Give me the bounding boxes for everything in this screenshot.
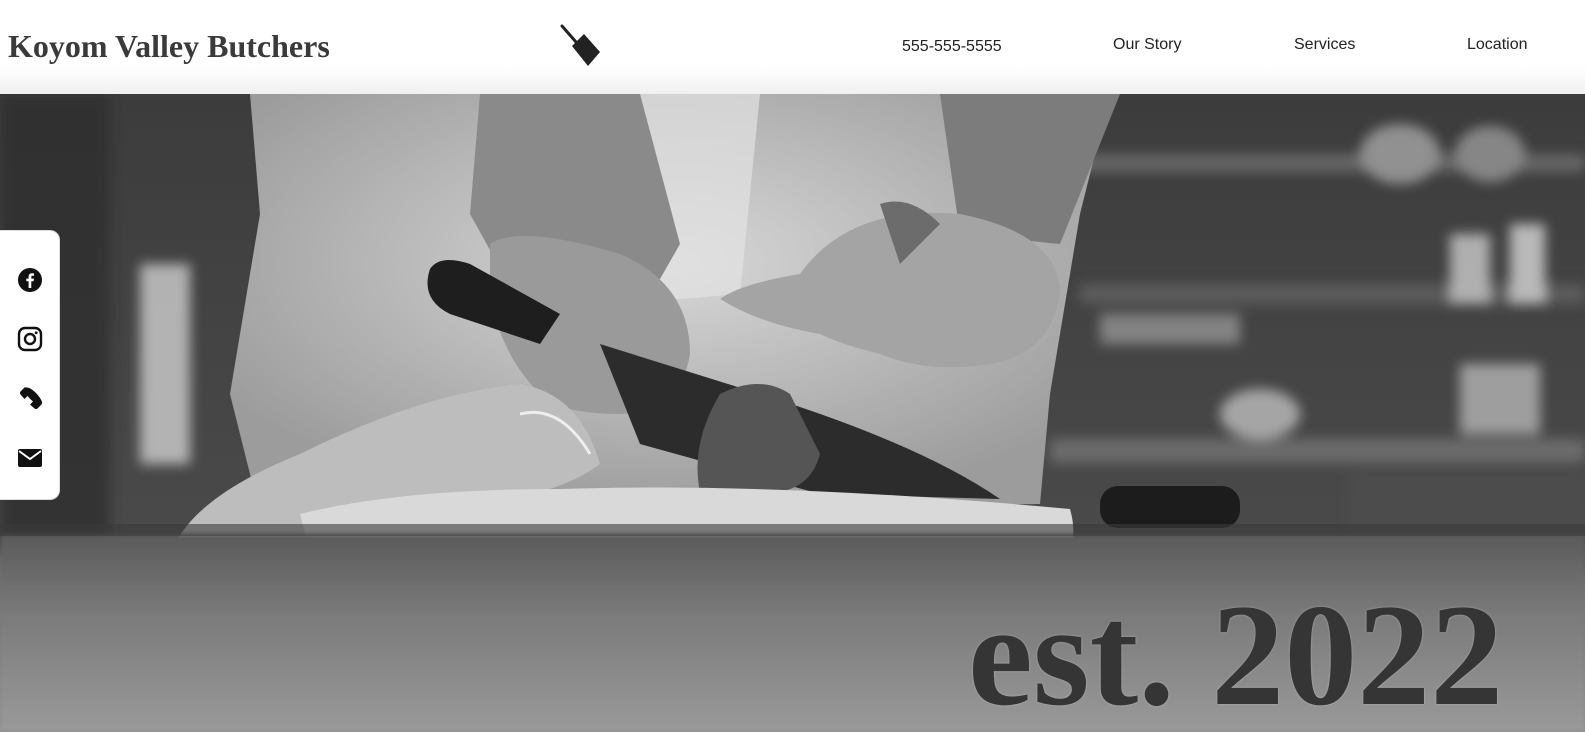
brand-name[interactable]: Koyom Valley Butchers	[8, 28, 330, 65]
site-header: Koyom Valley Butchers 555-555-5555 Our S…	[0, 0, 1585, 94]
instagram-icon[interactable]	[17, 326, 43, 352]
nav-phone-link[interactable]: 555-555-5555	[902, 38, 1002, 56]
social-rail	[0, 230, 60, 500]
nav-services[interactable]: Services	[1294, 36, 1355, 54]
phone-icon[interactable]	[17, 386, 43, 412]
hero-title: est. 2022	[968, 574, 1504, 732]
facebook-icon[interactable]	[17, 267, 43, 293]
cleaver-icon	[560, 24, 600, 66]
nav-our-story[interactable]: Our Story	[1113, 36, 1181, 54]
hero-section: est. 2022	[0, 94, 1585, 732]
nav-location[interactable]: Location	[1467, 36, 1528, 54]
email-icon[interactable]	[17, 445, 43, 471]
